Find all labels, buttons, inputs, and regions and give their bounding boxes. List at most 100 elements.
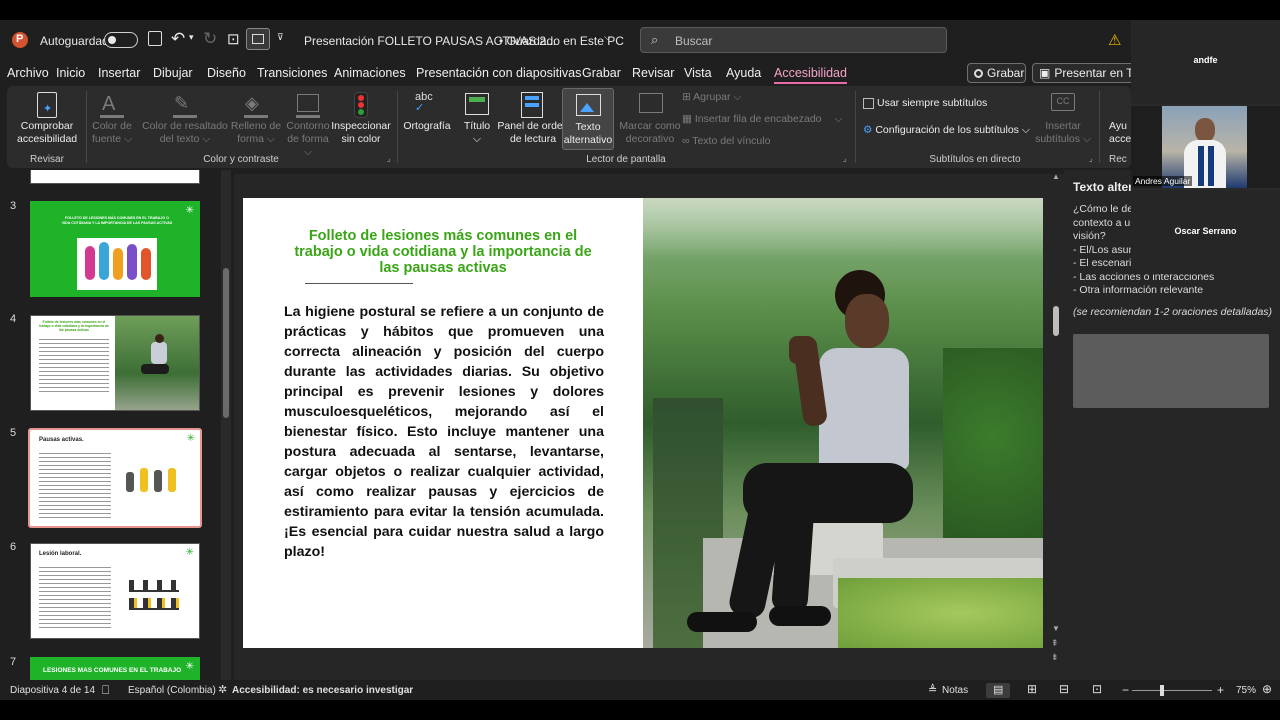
dialog-launcher-icon[interactable]: ⌟	[1089, 154, 1093, 163]
normal-view-button[interactable]: ▤	[986, 683, 1010, 698]
mark-decorative-button: Marcar como decorativo	[615, 91, 685, 147]
zoom-level[interactable]: 75%	[1236, 685, 1256, 696]
menu-presentacion[interactable]: Presentación con diapositivas	[416, 66, 581, 80]
thumbnail-scrollbar[interactable]	[221, 170, 231, 680]
slide-thumbnail-7[interactable]: LESIONES MAS COMUNES EN EL TRABAJO ✳	[30, 657, 200, 680]
alt-text-button[interactable]: Texto alternativo	[562, 88, 614, 150]
check-accessibility-button[interactable]: ✦ Comprobar accesibilidad	[17, 91, 77, 147]
reading-order-button[interactable]: Panel de orden de lectura	[497, 91, 569, 147]
menu-inicio[interactable]: Inicio	[56, 66, 85, 80]
layout-view-icon[interactable]	[246, 28, 270, 50]
reading-view-icon[interactable]: ⊟	[1059, 682, 1069, 696]
slide-thumbnail-6[interactable]: Lesión laboral. ✳	[30, 543, 200, 639]
redo-icon: ↻	[203, 29, 218, 48]
inspect-line2: sin color	[341, 133, 381, 145]
group-label-subtitles: Subtítulos en directo	[929, 154, 1021, 165]
present-from-start-icon[interactable]: ⊡	[227, 30, 240, 48]
title-button[interactable]: Título ⌵	[455, 91, 499, 147]
record-button[interactable]: Grabar	[967, 63, 1026, 83]
fit-to-window-icon[interactable]: ⊕	[1262, 682, 1272, 696]
language-status[interactable]: Español (Colombia)	[128, 685, 216, 696]
always-subtitles-checkbox[interactable]	[863, 98, 874, 109]
dialog-launcher-icon[interactable]: ⌟	[387, 154, 391, 163]
group-label-color: Color y contraste	[203, 154, 279, 165]
chevron-down-icon[interactable]: ⌵	[604, 32, 612, 43]
participant-tile[interactable]: Oscar Serrano	[1131, 190, 1280, 274]
font-color-button: A Color de fuente ⌵	[91, 91, 133, 147]
divider	[1099, 91, 1100, 163]
photo-person-shoe	[769, 606, 831, 626]
editor-scrollbar[interactable]: ▲ ▼ ⇞ ⇟	[1050, 172, 1062, 680]
menu-archivo[interactable]: Archivo	[7, 66, 49, 80]
zoom-slider[interactable]	[1132, 690, 1212, 691]
autosave-toggle[interactable]	[104, 32, 138, 48]
slideshow-icon[interactable]: ⊡	[1092, 682, 1102, 696]
zoom-in-icon[interactable]: +	[1217, 683, 1224, 697]
present-teams-button[interactable]: ▣ Presentar en Tea	[1032, 63, 1142, 83]
menu-transiciones[interactable]: Transiciones	[257, 66, 327, 80]
notes-button[interactable]: Notas	[942, 685, 968, 696]
search-input[interactable]: Buscar	[675, 34, 712, 48]
slide-counter[interactable]: Diapositiva 4 de 14	[10, 685, 95, 696]
slide-thumbnail-2[interactable]	[30, 170, 200, 184]
thumbnail-title: FOLLETO DE LESIONES MÁS COMUNES EN EL TR…	[61, 216, 173, 225]
slide-thumbnail-3[interactable]: FOLLETO DE LESIONES MÁS COMUNES EN EL TR…	[30, 201, 200, 297]
slide-body-text[interactable]: La higiene postural se refiere a un conj…	[284, 302, 604, 562]
current-slide[interactable]: Folleto de lesiones más comunes en el tr…	[243, 198, 1043, 648]
warning-icon[interactable]: ⚠	[1108, 31, 1121, 49]
slide-photo[interactable]	[643, 198, 1043, 648]
accessibility-icon[interactable]: ✲	[218, 683, 227, 696]
record-button-label: Grabar	[987, 66, 1025, 80]
alt-text-hint: (se recomiendan 1-2 oraciones detalladas…	[1073, 306, 1273, 318]
outline-line1: Contorno	[286, 120, 330, 132]
participant-tile[interactable]: andfe	[1131, 20, 1280, 104]
slide-title[interactable]: Folleto de lesiones más comunes en el tr…	[293, 228, 593, 276]
zoom-slider-thumb[interactable]	[1160, 685, 1164, 696]
menu-animaciones[interactable]: Animaciones	[334, 66, 406, 80]
spelling-button[interactable]: abc ✓ Ortografía	[401, 91, 453, 147]
spelling-label: Ortografía	[403, 120, 451, 132]
menu-dibujar[interactable]: Dibujar	[153, 66, 193, 80]
subtitle-settings-button[interactable]: ⚙ Configuración de los subtítulos ⌵	[863, 124, 1030, 137]
spellcheck-icon[interactable]: ⎕	[102, 683, 109, 698]
thumbnail-illustration	[77, 238, 157, 290]
normal-view-icon: ▤	[993, 684, 1004, 696]
slide-number: 3	[10, 200, 17, 212]
font-color-line2: fuente ⌵	[91, 133, 133, 145]
always-subtitles-label: Usar siempre subtítulos	[877, 97, 988, 109]
slide-thumbnail-5-selected[interactable]: Pausas activas. ✳	[28, 428, 202, 528]
fill-line1: Relleno de	[230, 120, 282, 132]
inspect-color-button[interactable]: Inspeccionar sin color	[331, 91, 391, 147]
menu-diseno[interactable]: Diseño	[207, 66, 246, 80]
participant-tile[interactable]: Andres Aguilar	[1131, 106, 1280, 188]
zoom-out-icon[interactable]: −	[1122, 683, 1129, 697]
photo-person-shirt	[819, 348, 909, 470]
menu-vista[interactable]: Vista	[684, 66, 712, 80]
cc-icon: CC	[1051, 93, 1075, 111]
font-color-icon: A	[102, 93, 116, 115]
slide-thumbnail-4[interactable]: Folleto de lesiones más comunes en el tr…	[30, 315, 200, 411]
accessibility-status[interactable]: Accesibilidad: es necesario investigar	[232, 685, 413, 696]
next-slide-icon[interactable]: ⇟	[1051, 652, 1059, 663]
dialog-launcher-icon[interactable]: ⌟	[843, 154, 847, 163]
menu-revisar[interactable]: Revisar	[632, 66, 674, 80]
menu-insertar[interactable]: Insertar	[98, 66, 140, 80]
title-underline	[305, 283, 413, 284]
logo-icon: ✳	[185, 547, 194, 558]
undo-dropdown-icon[interactable]: ▾	[189, 32, 194, 43]
paint-bucket-icon: ◈	[245, 93, 259, 113]
search-box[interactable]: ⌕ Buscar	[640, 27, 947, 53]
quick-access-more-icon[interactable]: ⊽	[277, 32, 284, 43]
previous-slide-icon[interactable]: ⇞	[1051, 638, 1059, 649]
notes-icon[interactable]: ≜	[928, 683, 937, 696]
menu-grabar[interactable]: Grabar	[582, 66, 621, 80]
alt-text-input[interactable]	[1073, 334, 1269, 408]
group-button: ⊞ Agrupar ⌵	[682, 91, 742, 103]
scrollbar-thumb[interactable]	[1053, 306, 1059, 336]
menu-accesibilidad[interactable]: Accesibilidad	[774, 66, 847, 84]
scrollbar-thumb[interactable]	[223, 268, 229, 418]
undo-icon[interactable]: ↶	[171, 29, 185, 49]
menu-ayuda[interactable]: Ayuda	[726, 66, 761, 80]
slide-sorter-icon[interactable]: ⊞	[1027, 682, 1037, 696]
save-icon[interactable]	[148, 31, 162, 46]
